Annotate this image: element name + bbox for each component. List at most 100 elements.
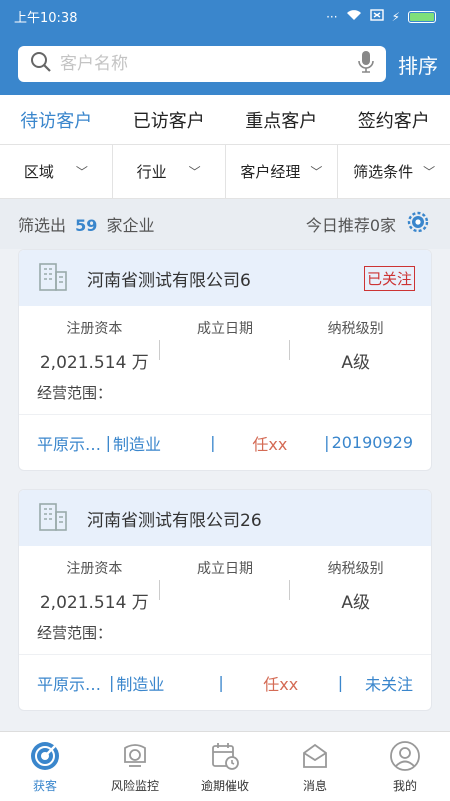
filter-region[interactable]: 区域 ﹀	[0, 145, 113, 198]
customer-tabs: 待访客户 已访客户 重点客户 签约客户	[0, 95, 450, 145]
target-icon	[28, 739, 62, 773]
company-name: 河南省测试有限公司26	[87, 510, 262, 531]
nav-profile[interactable]: 我的	[360, 732, 450, 801]
stat-capital-value: 2,021.514 万	[39, 353, 149, 373]
battery-icon	[408, 10, 436, 23]
separator: |	[105, 433, 111, 452]
today-recommend-label: 今日推荐0家	[305, 216, 396, 235]
business-scope: 经营范围：	[37, 384, 113, 402]
stat-tax: 纳税级别 A级	[290, 558, 421, 613]
sim-icon	[369, 9, 384, 24]
nav-risk-monitor[interactable]: 风险监控	[90, 732, 180, 801]
separator: |	[324, 433, 330, 452]
stat-tax-value: A级	[341, 353, 370, 373]
stat-tax-label: 纳税级别	[327, 321, 384, 337]
stat-capital-label: 注册资本	[66, 321, 123, 337]
filter-conditions-label: 筛选条件	[353, 163, 414, 181]
company-stats: 注册资本 2,021.514 万 成立日期 纳税级别 A级	[19, 546, 431, 613]
filter-manager[interactable]: 客户经理 ﹀	[226, 145, 339, 198]
charging-icon: ⚡	[391, 9, 400, 24]
stat-tax-label: 纳税级别	[327, 561, 384, 577]
filter-industry[interactable]: 行业 ﹀	[113, 145, 226, 198]
status-time: 上午10:38	[14, 11, 78, 26]
chevron-down-icon: ﹀	[310, 165, 323, 179]
status-icons: ··· ⚡	[326, 9, 436, 24]
stat-tax: 纳税级别 A级	[290, 318, 421, 373]
stat-founded: 成立日期	[160, 558, 291, 612]
chevron-down-icon: ﹀	[75, 165, 88, 179]
stat-capital: 注册资本 2,021.514 万	[29, 558, 160, 613]
user-icon	[388, 739, 422, 773]
stat-founded-label: 成立日期	[197, 561, 253, 577]
separator: |	[337, 673, 344, 692]
filter-manager-label: 客户经理	[240, 163, 301, 181]
chevron-down-icon: ﹀	[423, 165, 436, 179]
card-region: 平原示…	[37, 434, 102, 454]
chevron-down-icon: ﹀	[188, 165, 201, 179]
separator: |	[218, 673, 224, 692]
building-icon	[37, 260, 69, 296]
nav-profile-label: 我的	[392, 779, 417, 793]
stat-capital-value: 2,021.514 万	[39, 593, 149, 613]
result-count-number: 59	[75, 216, 98, 235]
building-icon	[37, 500, 69, 536]
stat-founded-label: 成立日期	[197, 321, 253, 337]
search-icon	[30, 51, 52, 77]
card-footer: 平原示… | 制造业 | 任xx | 未关注	[19, 654, 431, 710]
microphone-icon[interactable]	[358, 50, 374, 78]
business-scope: 经营范围：	[37, 624, 113, 642]
card-industry: 制造业	[112, 434, 161, 454]
search-input[interactable]	[60, 54, 350, 74]
nav-acquire[interactable]: 获客	[0, 732, 90, 801]
nav-risk-monitor-label: 风险监控	[110, 779, 159, 793]
company-stats: 注册资本 2,021.514 万 成立日期 纳税级别 A级	[19, 306, 431, 373]
sort-button[interactable]: 排序	[398, 50, 438, 79]
stat-capital: 注册资本 2,021.514 万	[29, 318, 160, 373]
card-manager: 任xx	[252, 434, 288, 454]
company-name: 河南省测试有限公司6	[87, 270, 251, 291]
header: 排序	[0, 33, 450, 95]
card-region: 平原示…	[37, 674, 102, 694]
follow-toggle[interactable]: 未关注	[345, 671, 413, 695]
nav-messages[interactable]: 消息	[270, 732, 360, 801]
followed-badge[interactable]: 已关注	[363, 265, 415, 291]
stat-founded: 成立日期	[160, 318, 291, 372]
result-count: 筛选出 59 家企业	[18, 212, 154, 236]
card-industry: 制造业	[116, 674, 165, 694]
result-suffix: 家企业	[106, 216, 155, 235]
result-prefix: 筛选出	[18, 216, 67, 235]
card-header: 河南省测试有限公司26	[19, 490, 431, 546]
stat-tax-value: A级	[341, 593, 370, 613]
separator: |	[210, 433, 216, 452]
nav-overdue-label: 逾期催收	[200, 779, 249, 793]
card-manager: 任xx	[263, 674, 299, 694]
tab-pending-visit[interactable]: 待访客户	[16, 107, 96, 133]
settings-gear-icon[interactable]	[404, 208, 432, 240]
stat-capital-label: 注册资本	[66, 561, 123, 577]
today-recommend[interactable]: 今日推荐0家	[306, 208, 432, 240]
company-list: 河南省测试有限公司6 已关注 注册资本 2,021.514 万 成立日期 纳税级…	[0, 249, 450, 733]
tab-signed[interactable]: 签约客户	[354, 107, 434, 133]
wifi-icon	[346, 9, 362, 24]
bottom-nav: 获客 风险监控 逾期催收 消息 我的	[0, 731, 450, 801]
filter-conditions[interactable]: 筛选条件 ﹀	[338, 145, 450, 198]
status-bar: 上午10:38 ··· ⚡	[0, 0, 450, 33]
filter-bar: 区域 ﹀ 行业 ﹀ 客户经理 ﹀ 筛选条件 ﹀	[0, 145, 450, 199]
stat-founded-value	[160, 588, 291, 612]
tab-key-customers[interactable]: 重点客户	[241, 107, 321, 133]
separator: |	[109, 673, 115, 692]
card-date: 20190929	[331, 433, 413, 452]
card-footer: 平原示… | 制造业 | 任xx | 20190929	[19, 414, 431, 470]
search-box[interactable]	[18, 46, 386, 82]
filter-industry-label: 行业	[136, 163, 167, 181]
company-card[interactable]: 河南省测试有限公司26 注册资本 2,021.514 万 成立日期 纳税级别 A…	[18, 489, 432, 711]
filter-region-label: 区域	[23, 163, 54, 181]
message-icon	[298, 739, 332, 773]
company-card[interactable]: 河南省测试有限公司6 已关注 注册资本 2,021.514 万 成立日期 纳税级…	[18, 249, 432, 471]
nav-overdue[interactable]: 逾期催收	[180, 732, 270, 801]
card-header: 河南省测试有限公司6 已关注	[19, 250, 431, 306]
tab-visited[interactable]: 已访客户	[129, 107, 209, 133]
result-summary: 筛选出 59 家企业 今日推荐0家	[0, 199, 450, 249]
more-icon: ···	[326, 9, 338, 24]
calendar-clock-icon	[208, 739, 242, 773]
